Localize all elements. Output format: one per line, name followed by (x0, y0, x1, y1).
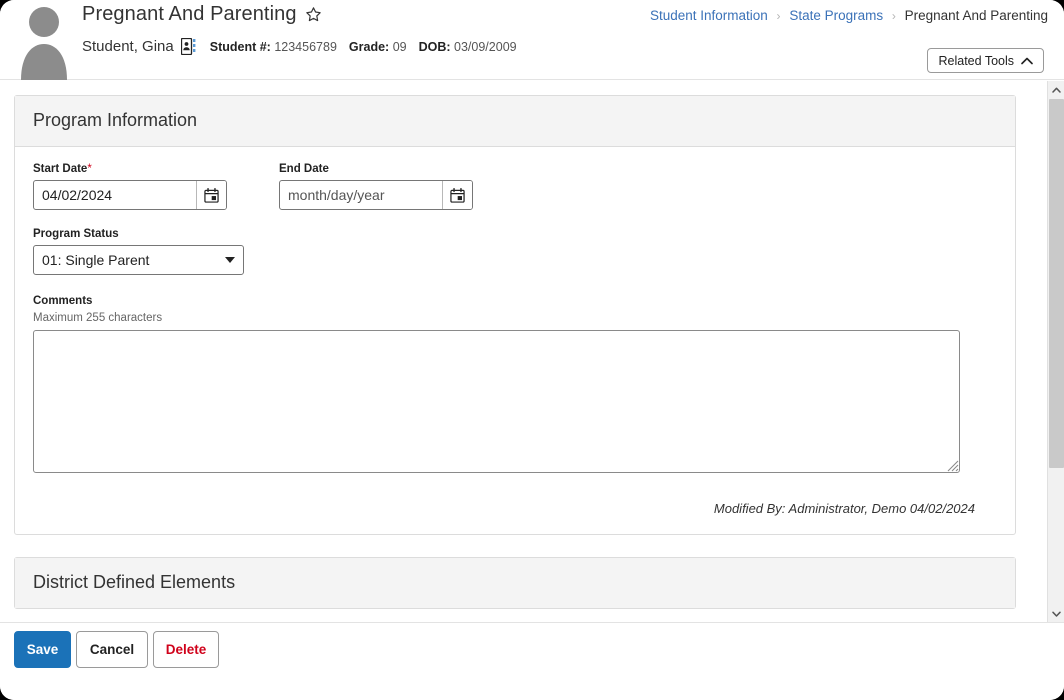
end-date-label: End Date (279, 163, 329, 175)
meta-label: DOB: (418, 39, 451, 54)
breadcrumb-separator: › (891, 9, 896, 23)
page-title: Pregnant And Parenting (82, 3, 297, 25)
meta-student-number: Student #: 123456789 (210, 40, 337, 54)
meta-value: 03/09/2009 (454, 39, 517, 54)
meta-label: Student #: (209, 39, 271, 54)
program-information-card: Program Information Start Date* 04/02/20… (14, 95, 1016, 535)
end-date-input[interactable] (280, 181, 442, 209)
district-defined-elements-title: District Defined Elements (15, 558, 1015, 608)
related-tools-button[interactable]: Related Tools (927, 48, 1044, 73)
scrollbar-thumb[interactable] (1049, 99, 1064, 468)
chevron-up-icon (1052, 87, 1061, 93)
student-summary: Student, Gina Student #: 123456789 Grade… (82, 38, 529, 55)
breadcrumb-item-student-information[interactable]: Student Information (650, 8, 768, 23)
calendar-icon (450, 187, 465, 203)
save-button[interactable]: Save (14, 631, 71, 668)
comments-textarea-wrapper (33, 330, 960, 473)
vertical-scrollbar[interactable] (1047, 81, 1064, 622)
comments-textarea[interactable] (33, 330, 960, 473)
breadcrumb-item-state-programs[interactable]: State Programs (789, 8, 883, 23)
date-fields-row: Start Date* 04/02/2024 End Date month/da… (33, 163, 997, 210)
chevron-down-icon (1052, 611, 1061, 617)
star-outline-icon[interactable] (305, 6, 322, 23)
meta-value: 123456789 (274, 39, 337, 54)
end-date-input-wrapper (279, 180, 473, 210)
start-date-field: Start Date* (33, 163, 227, 210)
start-date-label-text: Start Date (33, 163, 88, 175)
start-date-input[interactable] (34, 181, 196, 209)
page-body: Program Information Start Date* 04/02/20… (0, 81, 1064, 622)
program-information-title: Program Information (15, 96, 1015, 147)
person-avatar-icon (21, 7, 67, 80)
page-header: Pregnant And Parenting Student, Gina Stu… (0, 0, 1064, 80)
scrollbar-down-button[interactable] (1048, 605, 1064, 622)
start-date-label: Start Date* (33, 163, 227, 175)
required-marker: * (87, 163, 92, 175)
program-status-select-wrapper: 01: Single Parent (33, 245, 244, 275)
breadcrumb: Student Information › State Programs › P… (650, 8, 1048, 23)
application-window: Pregnant And Parenting Student, Gina Stu… (0, 0, 1064, 700)
breadcrumb-separator: › (776, 9, 781, 23)
meta-label: Grade: (348, 39, 390, 54)
meta-grade: Grade: 09 (349, 40, 407, 54)
action-bar: Save Cancel Delete (0, 622, 1064, 700)
comments-label: Comments (33, 295, 93, 307)
start-date-calendar-button[interactable] (196, 181, 226, 209)
program-information-body: Start Date* 04/02/2024 End Date month/da… (15, 147, 1015, 534)
end-date-field: End Date (279, 163, 473, 210)
modified-by-text: Modified By: Administrator, Demo 04/02/2… (713, 501, 975, 516)
end-date-calendar-button[interactable] (442, 181, 472, 209)
meta-value: 09 (392, 39, 407, 54)
related-tools-label: Related Tools (938, 53, 1014, 68)
scrollbar-up-button[interactable] (1048, 81, 1064, 98)
program-status-field: Program Status 01: Single Parent (33, 228, 997, 275)
student-name: Student, Gina (82, 38, 174, 55)
delete-button[interactable]: Delete (153, 631, 219, 668)
cancel-button[interactable]: Cancel (76, 631, 148, 668)
program-status-label: Program Status (33, 228, 119, 240)
district-defined-elements-card: District Defined Elements (14, 557, 1016, 609)
calendar-icon (204, 187, 219, 203)
scroll-content: Program Information Start Date* 04/02/20… (0, 81, 1032, 622)
meta-dob: DOB: 03/09/2009 (419, 40, 517, 54)
start-date-input-wrapper (33, 180, 227, 210)
program-status-select[interactable]: 01: Single Parent (33, 245, 244, 275)
comments-hint: Maximum 255 characters (33, 312, 163, 324)
title-row: Pregnant And Parenting (82, 3, 322, 26)
comments-field: Comments Maximum 255 characters (33, 295, 997, 473)
id-card-icon[interactable] (180, 38, 196, 55)
chevron-up-icon (1021, 57, 1033, 64)
avatar (16, 0, 72, 80)
breadcrumb-current: Pregnant And Parenting (904, 8, 1048, 23)
